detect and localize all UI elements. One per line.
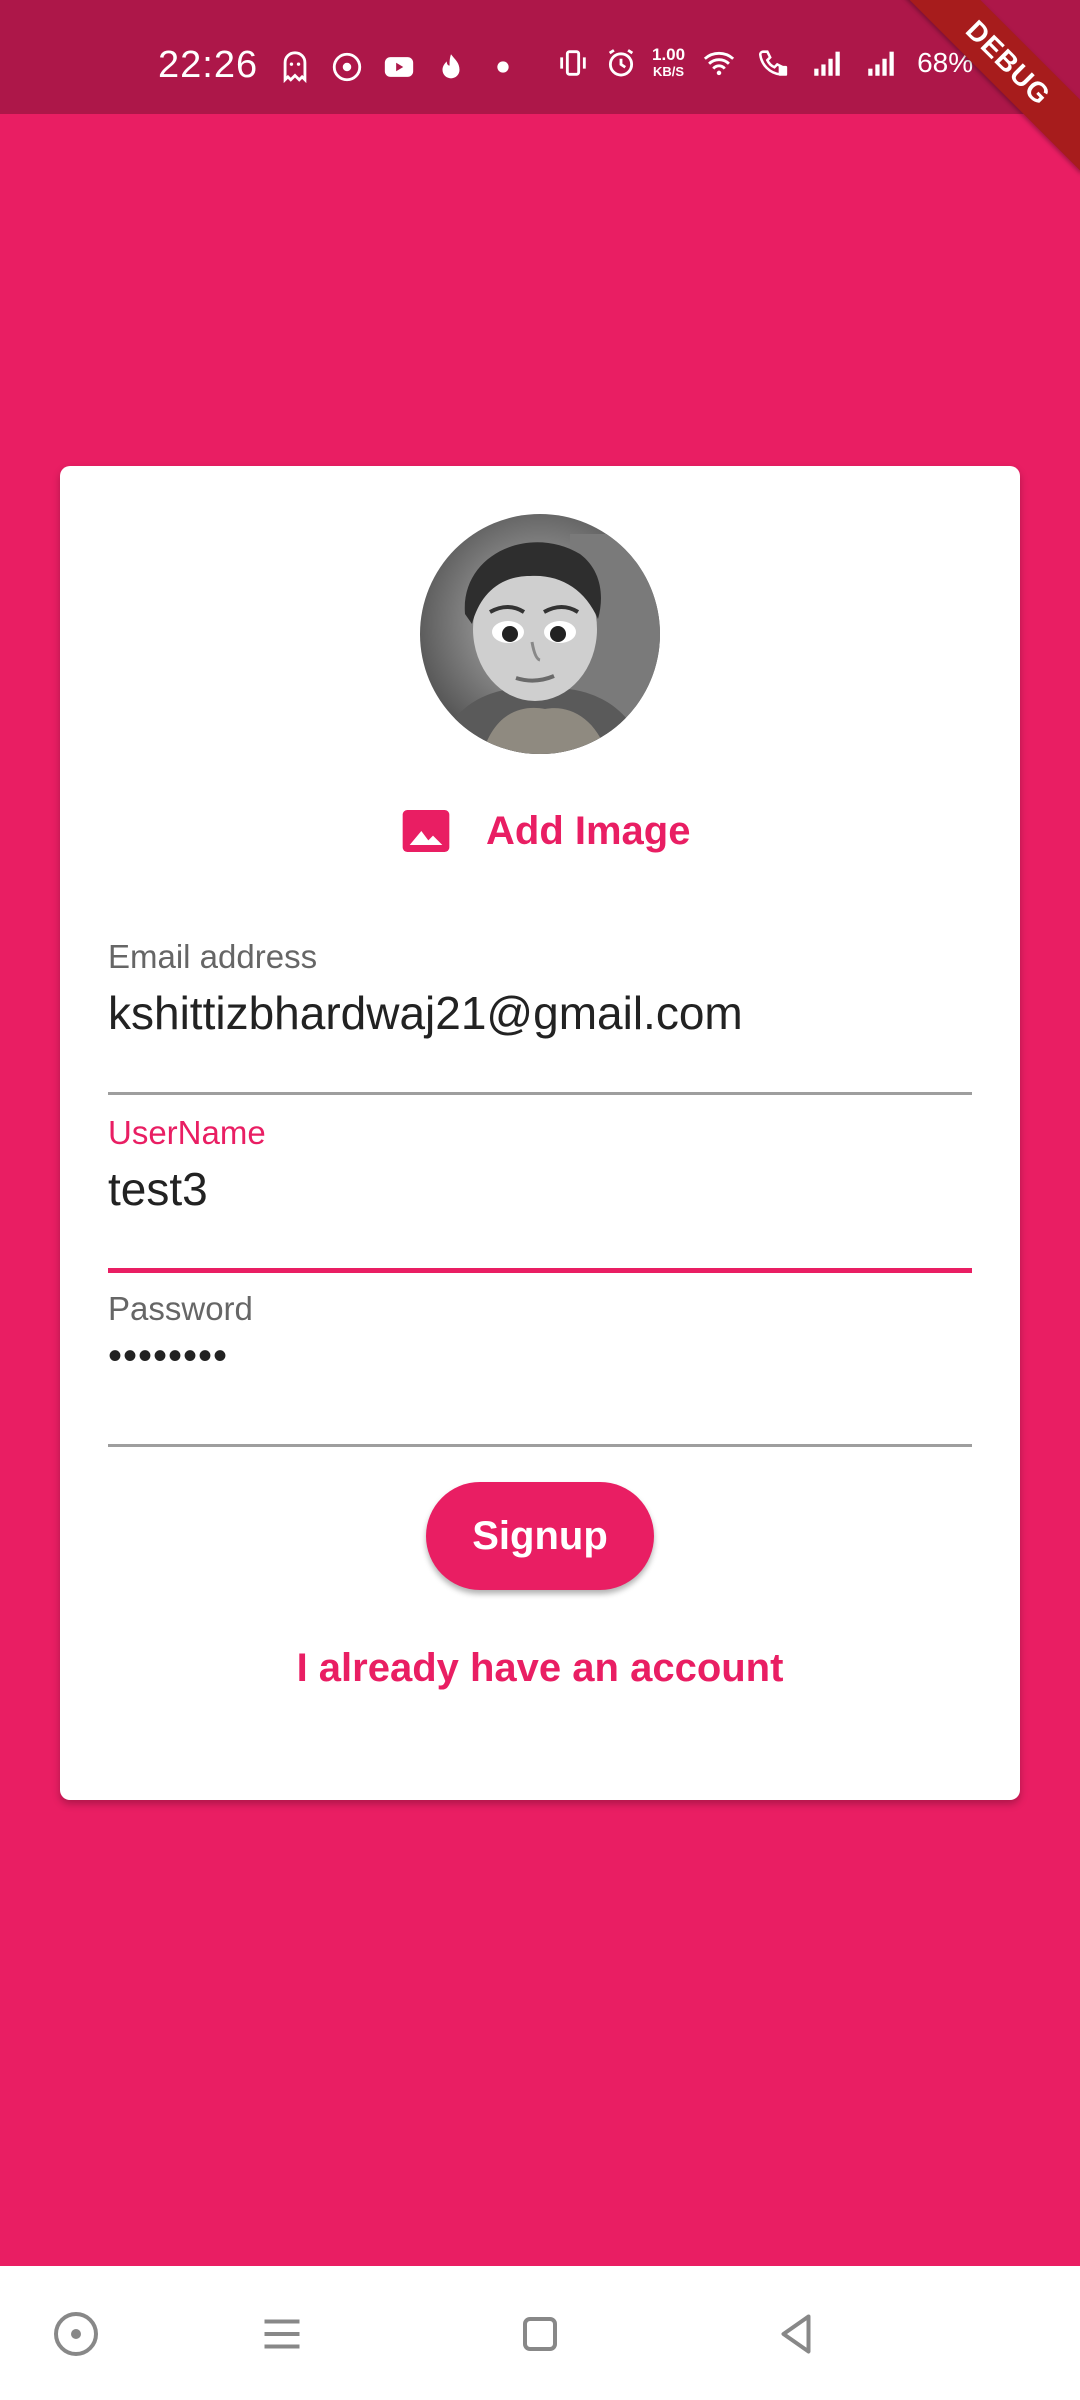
net-speed-unit: KB/S	[653, 64, 685, 79]
wifi-icon	[703, 51, 735, 76]
debug-banner: DEBUG	[898, 0, 1080, 173]
system-icons: 1.00 KB/S 68%	[556, 46, 973, 80]
assistant-icon[interactable]	[46, 2304, 106, 2364]
signal-1-icon	[814, 51, 840, 76]
image-icon	[402, 810, 450, 852]
email-label: Email address	[108, 938, 318, 975]
notification-icons	[278, 50, 520, 84]
youtube-icon	[384, 57, 414, 77]
email-input[interactable]: kshittizbhardwaj21@gmail.com	[108, 986, 972, 1040]
add-image-label: Add Image	[486, 808, 691, 853]
add-image-button[interactable]: Add Image	[398, 796, 690, 866]
signup-button[interactable]: Signup	[426, 1482, 654, 1590]
wifi-call-icon	[759, 50, 788, 76]
password-field[interactable]: Password ••••••••	[108, 1290, 972, 1450]
navigation-bar	[0, 2266, 1080, 2400]
net-speed-value: 1.00	[652, 45, 686, 64]
net-speed: 1.00 KB/S	[652, 46, 685, 80]
profile-avatar[interactable]	[420, 514, 660, 754]
home-icon[interactable]	[510, 2304, 570, 2364]
profile-photo	[420, 514, 660, 754]
signal-2-icon	[868, 51, 894, 76]
username-underline	[108, 1268, 972, 1273]
username-input[interactable]: test3	[108, 1162, 972, 1216]
username-field[interactable]: UserName test3	[108, 1114, 972, 1274]
password-underline	[108, 1444, 972, 1447]
dot-icon	[497, 61, 509, 73]
login-link[interactable]: I already have an account	[60, 1646, 1020, 1691]
status-bar: 22:26 1.00 KB/S 68% DEBUG	[0, 0, 1080, 173]
back-icon[interactable]	[766, 2304, 826, 2364]
alarm-icon	[608, 49, 634, 77]
vibrate-icon	[560, 50, 586, 76]
menu-icon[interactable]	[252, 2304, 312, 2364]
email-underline	[108, 1092, 972, 1095]
ghost-icon	[283, 51, 307, 84]
flame-app-icon	[442, 54, 460, 79]
email-field[interactable]: Email address kshittizbhardwaj21@gmail.c…	[108, 938, 972, 1098]
password-label: Password	[108, 1290, 253, 1327]
password-input[interactable]: ••••••••	[108, 1334, 972, 1379]
username-label: UserName	[108, 1114, 266, 1151]
signup-card: Add Image Email address kshittizbhardwaj…	[60, 466, 1020, 1800]
status-time: 22:26	[158, 44, 259, 86]
music-disc-icon	[332, 52, 362, 82]
